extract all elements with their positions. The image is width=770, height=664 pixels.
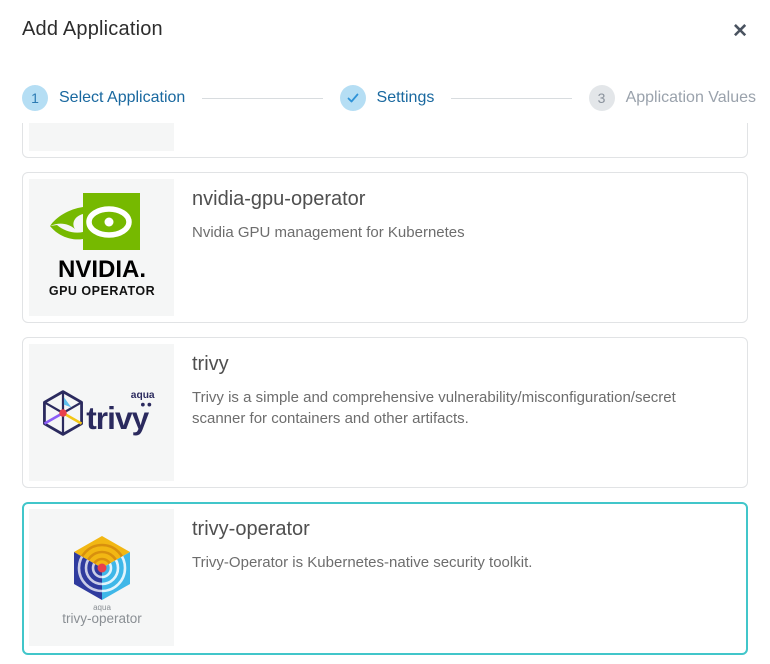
application-description: Trivy-Operator is Kubernetes-native secu… [192, 552, 532, 573]
step-1-label: Select Application [59, 89, 185, 107]
application-card-nvidia-gpu-operator[interactable]: NVIDIA. GPU OPERATOR nvidia-gpu-operator… [22, 172, 748, 323]
nvidia-wordmark: NVIDIA. [57, 256, 145, 283]
application-name: nvidia-gpu-operator [192, 188, 465, 211]
step-2-label: Settings [377, 89, 435, 107]
application-description: Nvidia GPU management for Kubernetes [192, 222, 465, 243]
trivy-logo: trivy aqua [29, 344, 174, 481]
trivy-wordmark: trivy [86, 399, 149, 435]
application-name: trivy [192, 353, 712, 376]
application-name: trivy-operator [192, 518, 532, 541]
application-list[interactable]: NVIDIA. GPU OPERATOR nvidia-gpu-operator… [22, 123, 748, 657]
step-select-application[interactable]: 1 Select Application [22, 85, 185, 111]
card-body: trivy Trivy is a simple and comprehensiv… [174, 344, 722, 481]
check-icon [340, 85, 366, 111]
close-icon[interactable]: ✕ [726, 18, 754, 45]
card-body: nvidia-gpu-operator Nvidia GPU managemen… [174, 179, 475, 316]
trivy-operator-logo: aqua trivy-operator [29, 509, 174, 646]
application-description: Trivy is a simple and comprehensive vuln… [192, 387, 712, 430]
wizard-stepper: 1 Select Application Settings 3 Applicat… [22, 85, 756, 111]
step-application-values: 3 Application Values [589, 85, 756, 111]
page-title: Add Application [22, 18, 163, 41]
add-application-modal: Add Application ✕ 1 Select Application S… [0, 0, 770, 664]
application-card-trivy-operator[interactable]: aqua trivy-operator trivy-operator Trivy… [22, 502, 748, 655]
card-body: trivy-operator Trivy-Operator is Kuberne… [174, 509, 542, 648]
application-card-partial[interactable] [22, 123, 748, 158]
aqua-badge: aqua [130, 390, 154, 401]
application-card-trivy[interactable]: trivy aqua trivy Trivy is a simple and c… [22, 337, 748, 488]
step-settings[interactable]: Settings [340, 85, 435, 111]
step-3-label: Application Values [626, 89, 756, 107]
step-connector [202, 98, 322, 99]
nvidia-sub-wordmark: GPU OPERATOR [48, 284, 154, 298]
step-3-badge: 3 [589, 85, 615, 111]
step-connector [451, 98, 571, 99]
nvidia-gpu-operator-logo: NVIDIA. GPU OPERATOR [29, 179, 174, 316]
modal-header: Add Application ✕ [0, 0, 770, 45]
step-1-badge: 1 [22, 85, 48, 111]
application-logo-placeholder [29, 123, 174, 151]
trivy-operator-wordmark: trivy-operator [62, 611, 142, 626]
